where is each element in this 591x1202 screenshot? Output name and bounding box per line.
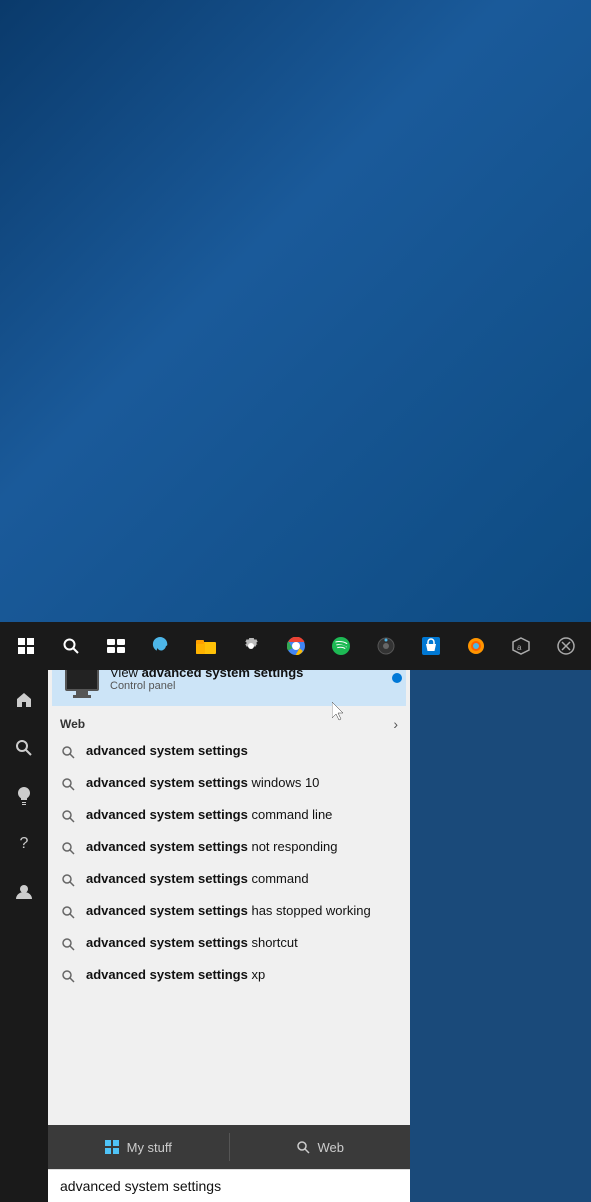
search-result-text-8: advanced system settings xp bbox=[86, 966, 265, 984]
web-tab-label: Web bbox=[318, 1140, 345, 1155]
svg-text:a: a bbox=[517, 643, 522, 652]
search-result-icon bbox=[60, 744, 76, 760]
spotify-icon bbox=[332, 637, 350, 655]
edge-button[interactable] bbox=[139, 624, 182, 668]
firefox-button[interactable] bbox=[454, 624, 497, 668]
search-result-stopped[interactable]: advanced system settings has stopped wor… bbox=[48, 896, 410, 928]
start-button[interactable] bbox=[4, 624, 47, 668]
search-result-icon-6 bbox=[60, 904, 76, 920]
sidebar: ? bbox=[0, 622, 48, 1202]
search-result-text-6: advanced system settings has stopped wor… bbox=[86, 902, 371, 920]
search-result-icon-3 bbox=[60, 808, 76, 824]
taskbar-search-button[interactable] bbox=[49, 624, 92, 668]
bottom-tabs: My stuff Web bbox=[48, 1125, 410, 1169]
search-result-xp[interactable]: advanced system settings xp bbox=[48, 960, 410, 992]
file-explorer-icon bbox=[196, 638, 216, 654]
store-icon bbox=[422, 637, 440, 655]
taskbar-extra2-icon bbox=[557, 637, 575, 655]
taskbar: a bbox=[0, 622, 591, 670]
chrome-button[interactable] bbox=[274, 624, 317, 668]
search-results-list: advanced system settings advanced system… bbox=[48, 736, 410, 1125]
search-result-icon-8 bbox=[60, 968, 76, 984]
media-icon bbox=[377, 637, 395, 655]
search-sidebar-button[interactable] bbox=[0, 726, 48, 770]
lightbulb-button[interactable] bbox=[0, 774, 48, 818]
search-result-icon-5 bbox=[60, 872, 76, 888]
search-result-notresponding[interactable]: advanced system settings not responding bbox=[48, 832, 410, 864]
search-result-cmdline[interactable]: advanced system settings command line bbox=[48, 800, 410, 832]
search-result-icon-2 bbox=[60, 776, 76, 792]
taskbar-extra1-icon: a bbox=[512, 637, 530, 655]
search-panel: Best match ··· View advanced system sett… bbox=[48, 622, 410, 1202]
search-result-base[interactable]: advanced system settings bbox=[48, 736, 410, 768]
settings-icon bbox=[242, 637, 260, 655]
spotify-button[interactable] bbox=[319, 624, 362, 668]
search-result-text-4: advanced system settings not responding bbox=[86, 838, 337, 856]
search-result-text: advanced system settings bbox=[86, 742, 248, 760]
search-query-text: advanced system settings bbox=[60, 1178, 221, 1194]
search-result-windows10[interactable]: advanced system settings windows 10 bbox=[48, 768, 410, 800]
best-match-subtitle: Control panel bbox=[110, 680, 303, 692]
chrome-icon bbox=[287, 637, 305, 655]
help-button[interactable]: ? bbox=[0, 822, 48, 866]
search-result-shortcut[interactable]: advanced system settings shortcut bbox=[48, 928, 410, 960]
web-section-header[interactable]: Web › bbox=[48, 710, 410, 736]
task-view-icon bbox=[107, 639, 125, 653]
taskbar-extra2-button[interactable] bbox=[544, 624, 587, 668]
windows-logo-small bbox=[105, 1140, 119, 1154]
user-button[interactable] bbox=[0, 870, 48, 914]
search-result-command[interactable]: advanced system settings command bbox=[48, 864, 410, 896]
web-search-icon bbox=[296, 1140, 310, 1154]
desktop: ? Best match ··· bbox=[0, 0, 591, 670]
my-stuff-tab[interactable]: My stuff bbox=[48, 1125, 229, 1169]
file-explorer-button[interactable] bbox=[184, 624, 227, 668]
search-input-bar[interactable]: advanced system settings bbox=[48, 1169, 410, 1202]
search-result-icon-4 bbox=[60, 840, 76, 856]
windows-logo-icon bbox=[18, 638, 34, 654]
loading-indicator bbox=[392, 673, 402, 683]
home-button[interactable] bbox=[0, 678, 48, 722]
my-stuff-label: My stuff bbox=[127, 1140, 172, 1155]
search-result-text-3: advanced system settings command line bbox=[86, 806, 332, 824]
media-button[interactable] bbox=[364, 624, 407, 668]
edge-icon bbox=[152, 637, 170, 655]
taskbar-search-icon bbox=[62, 637, 80, 655]
web-tab[interactable]: Web bbox=[230, 1125, 411, 1169]
store-button[interactable] bbox=[409, 624, 452, 668]
settings-button[interactable] bbox=[229, 624, 272, 668]
taskbar-extra1-button[interactable]: a bbox=[499, 624, 542, 668]
cursor-icon bbox=[332, 702, 346, 722]
web-label: Web bbox=[60, 717, 85, 731]
search-result-text-7: advanced system settings shortcut bbox=[86, 934, 298, 952]
web-arrow-icon: › bbox=[393, 716, 398, 732]
search-result-icon-7 bbox=[60, 936, 76, 952]
search-result-text-5: advanced system settings command bbox=[86, 870, 309, 888]
task-view-button[interactable] bbox=[94, 624, 137, 668]
firefox-icon bbox=[467, 637, 485, 655]
search-result-text-2: advanced system settings windows 10 bbox=[86, 774, 319, 792]
